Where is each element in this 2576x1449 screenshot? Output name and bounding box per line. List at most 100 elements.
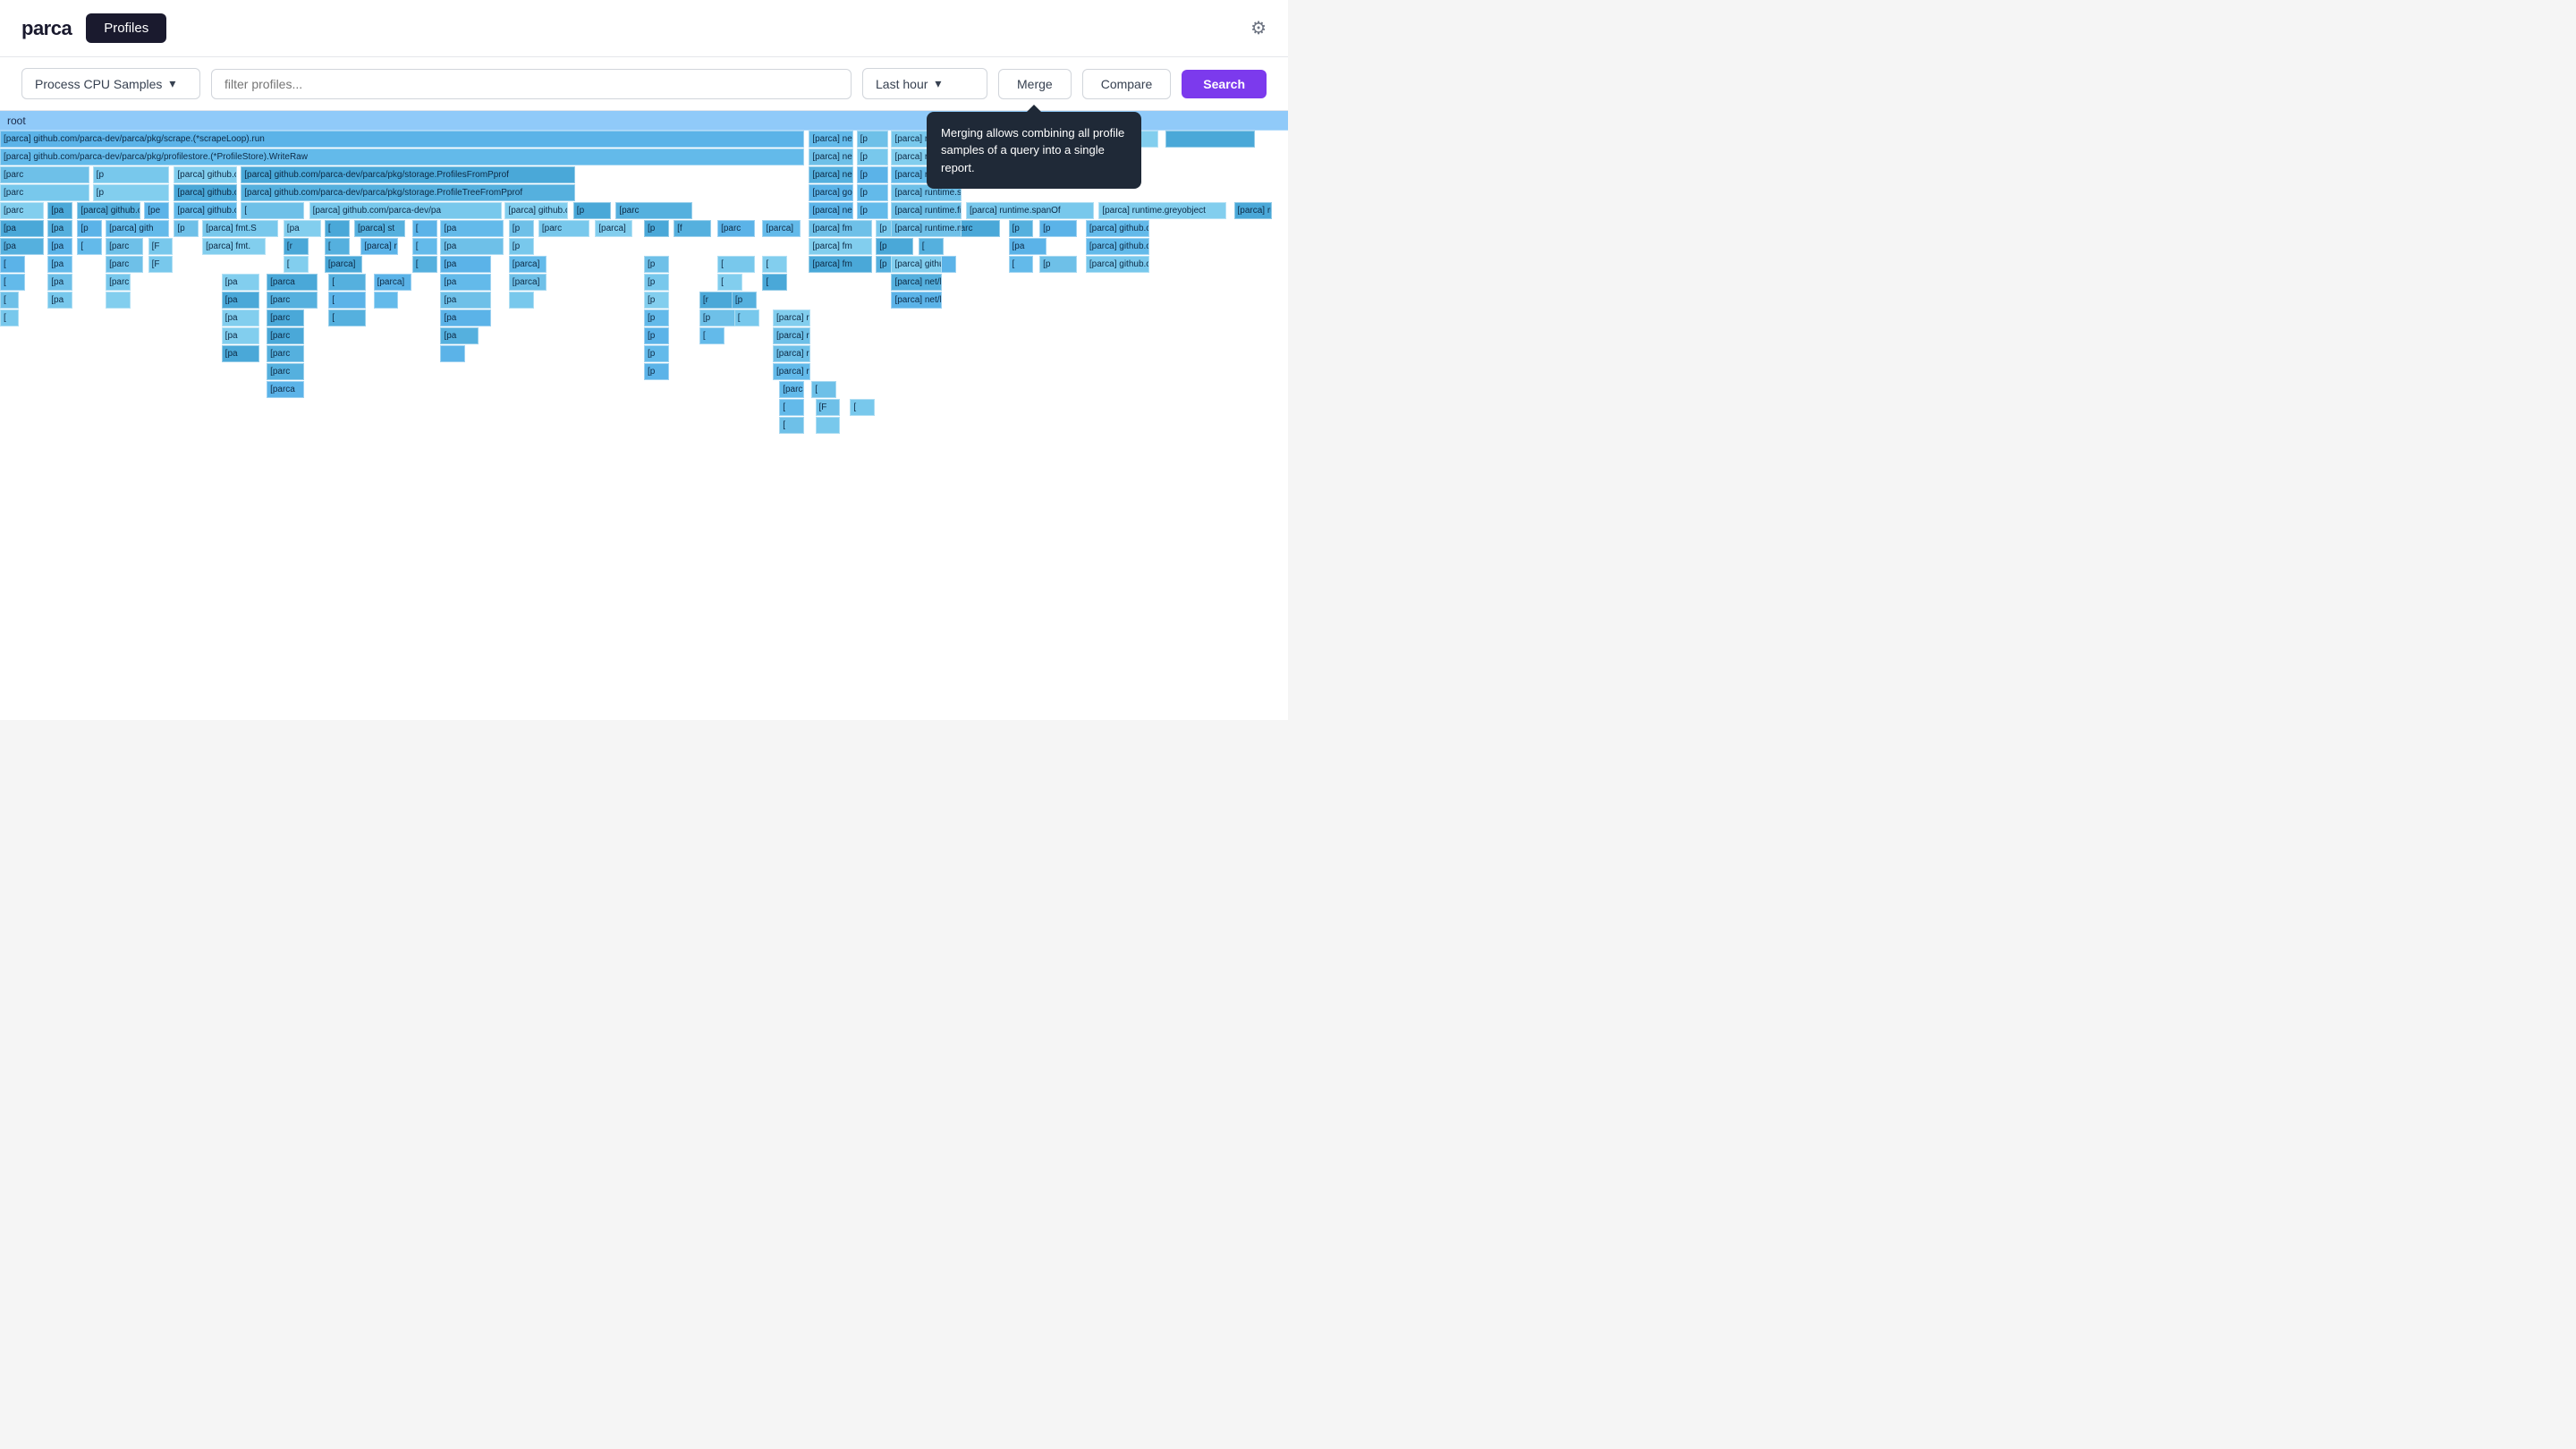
flame-bar[interactable]: [p	[857, 184, 888, 201]
flame-bar[interactable]: [parca]	[595, 220, 632, 237]
flame-bar[interactable]: [parca] runtime.greyobject	[1098, 202, 1226, 219]
flame-bar[interactable]: [parca] run	[891, 131, 961, 148]
settings-icon[interactable]: ⚙	[1250, 17, 1267, 39]
flame-bar[interactable]: [parca] golang.or	[809, 184, 852, 201]
flame-bar[interactable]: [	[325, 238, 350, 255]
flame-bar[interactable]: [parca] github.com/parca-	[174, 184, 237, 201]
flame-bar[interactable]: [p	[573, 202, 611, 219]
flame-bar[interactable]: [p	[644, 327, 669, 344]
flame-bar[interactable]: [p	[1039, 220, 1077, 237]
flame-bar[interactable]: [parca] net/http/p	[891, 292, 942, 309]
flame-bar[interactable]: [	[919, 238, 944, 255]
flame-bar[interactable]: [parca] github.co	[891, 256, 942, 273]
flame-bar[interactable]: [parca	[779, 381, 804, 398]
flame-bar[interactable]: [parc	[0, 166, 89, 183]
flame-bar[interactable]: [parca] fm	[809, 238, 872, 255]
flame-bar[interactable]: [p	[509, 220, 534, 237]
flame-bar[interactable]: [parca] github.com/parca-dev/parca/pkg/p…	[0, 148, 804, 165]
flame-bar[interactable]: [	[328, 292, 366, 309]
flame-bar[interactable]: [parca] github.com/parca-dev/parca/pkg/s…	[241, 184, 574, 201]
flame-bar[interactable]	[374, 292, 399, 309]
flame-bar[interactable]: [pa	[284, 220, 321, 237]
flame-bar[interactable]: [parc	[717, 220, 755, 237]
flame-bar[interactable]: [p	[857, 148, 888, 165]
flame-bar[interactable]: [parc	[267, 309, 304, 326]
flame-bar[interactable]: [	[77, 238, 102, 255]
flame-bar[interactable]: [parca	[267, 274, 318, 291]
flame-bar[interactable]: [parca] fm	[809, 256, 872, 273]
flame-bar[interactable]: [parca] fm	[809, 220, 872, 237]
flame-bar[interactable]: [p	[174, 220, 199, 237]
flame-bar[interactable]: [	[811, 381, 836, 398]
compare-button[interactable]: Compare	[1082, 69, 1172, 99]
flame-bar[interactable]: [p	[77, 220, 102, 237]
flame-bar[interactable]: [pa	[440, 220, 504, 237]
flame-bar[interactable]: [parc	[267, 327, 304, 344]
flame-bar[interactable]: [parc	[538, 220, 589, 237]
flame-bar[interactable]: [parc	[615, 202, 691, 219]
flame-bar[interactable]: [pa	[440, 309, 491, 326]
flame-bar[interactable]: [parca]	[762, 220, 800, 237]
flame-bar[interactable]	[1165, 131, 1255, 148]
flame-bar[interactable]: [parca] github.com/parca-	[174, 166, 237, 183]
flame-bar[interactable]: [parc	[106, 256, 143, 273]
flame-bar[interactable]: [pa	[0, 220, 44, 237]
flame-bar[interactable]: [	[0, 309, 19, 326]
flame-bar[interactable]: [	[717, 256, 755, 273]
flame-bar[interactable]: [parca] run	[1234, 202, 1272, 219]
flame-bar[interactable]: [parc	[106, 238, 143, 255]
flame-bar[interactable]: [F	[816, 399, 841, 416]
flame-bar[interactable]: [parca] github.com/parca-dev/parca	[174, 202, 237, 219]
flame-bar[interactable]: [parca] ru	[360, 238, 398, 255]
flame-bar[interactable]: [parca] st	[354, 220, 405, 237]
flame-bar[interactable]: [p	[644, 274, 669, 291]
flame-bar[interactable]: [pa	[440, 292, 491, 309]
profile-type-dropdown[interactable]: Process CPU Samples ▾	[21, 68, 200, 99]
flame-bar[interactable]: [p	[644, 345, 669, 362]
flame-bar[interactable]: [	[0, 274, 25, 291]
flame-bar[interactable]: [parca] fmt.	[202, 238, 266, 255]
flame-bar[interactable]: [	[328, 309, 366, 326]
flame-bar[interactable]: [p	[644, 309, 669, 326]
flame-bar[interactable]: [parca] runtime.systemstack	[966, 131, 1158, 148]
flame-bar[interactable]	[509, 292, 534, 309]
flame-bar[interactable]: [parca]	[374, 274, 411, 291]
flamegraph[interactable]: root[parca] github.com/parca-dev/parca/p…	[0, 111, 1288, 720]
flame-bar[interactable]: [pa	[47, 220, 72, 237]
flame-bar[interactable]: [parca] runt	[773, 345, 810, 362]
flame-bar[interactable]: [	[241, 202, 304, 219]
flame-bar[interactable]: [	[734, 309, 759, 326]
flame-bar[interactable]: [pa	[47, 202, 72, 219]
flame-bar[interactable]: [p	[93, 166, 169, 183]
flame-bar[interactable]: [pe	[144, 202, 169, 219]
flame-bar[interactable]: [	[325, 220, 350, 237]
flame-bar[interactable]: [pa	[440, 327, 478, 344]
flame-bar[interactable]: [pa	[222, 292, 259, 309]
flame-bar[interactable]: [parc	[0, 202, 44, 219]
flame-bar[interactable]: [	[0, 292, 19, 309]
flame-bar[interactable]: [parca]	[509, 256, 547, 273]
flame-bar[interactable]: [parca] github.co	[1086, 220, 1149, 237]
flame-bar[interactable]: [pa	[440, 238, 504, 255]
flame-bar[interactable]	[106, 292, 131, 309]
flame-bar[interactable]	[816, 417, 841, 434]
flame-bar[interactable]: [	[1009, 256, 1034, 273]
flame-bar[interactable]	[440, 345, 465, 362]
flame-bar[interactable]: [	[0, 256, 25, 273]
filter-input[interactable]	[211, 69, 852, 99]
flame-bar[interactable]: [parca] github.co	[1086, 256, 1149, 273]
flame-bar[interactable]: [parca] github.com/parca-dev/parca/pkg/s…	[0, 131, 804, 148]
flame-bar[interactable]: [parca]	[325, 256, 362, 273]
flame-bar[interactable]: [parca] net/http.h	[809, 166, 852, 183]
flame-bar[interactable]: [parca] github.co	[1086, 238, 1149, 255]
flame-bar[interactable]: [pa	[47, 256, 72, 273]
flame-bar[interactable]: [parca] runt	[773, 327, 810, 344]
flame-bar[interactable]: [parca] github.com/parca-dev/pa	[309, 202, 502, 219]
flame-bar[interactable]: [	[762, 256, 787, 273]
flame-bar[interactable]: [parca] net/http.s	[809, 148, 852, 165]
search-button[interactable]: Search	[1182, 70, 1267, 98]
time-range-dropdown[interactable]: Last hour ▾	[862, 68, 987, 99]
merge-button[interactable]: Merge	[998, 69, 1072, 99]
flame-bar[interactable]: [F	[148, 256, 174, 273]
flame-bar[interactable]: [p	[857, 202, 888, 219]
